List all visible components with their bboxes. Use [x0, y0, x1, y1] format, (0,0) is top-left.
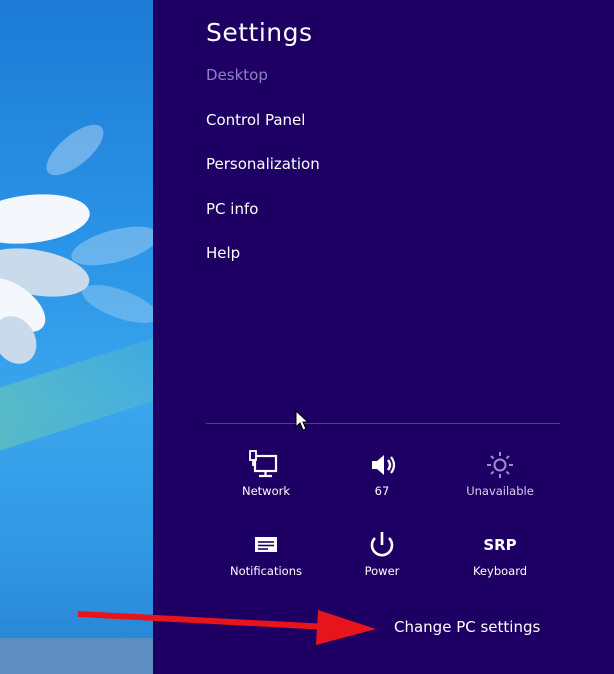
brightness-label: Unavailable [466, 484, 534, 498]
help-link[interactable]: Help [206, 244, 240, 262]
annotation-arrow-icon [78, 610, 376, 645]
settings-context-label: Desktop [206, 66, 268, 84]
power-button[interactable]: Power [332, 530, 432, 578]
wallpaper-petal [0, 188, 93, 250]
notifications-label: Notifications [230, 564, 302, 578]
volume-button[interactable]: 67 [332, 450, 432, 498]
network-button[interactable]: Network [216, 450, 316, 498]
desktop-wallpaper [0, 0, 153, 674]
brightness-icon [487, 452, 513, 478]
power-label: Power [364, 564, 400, 578]
personalization-link[interactable]: Personalization [206, 155, 320, 173]
wallpaper-petal [77, 277, 153, 331]
keyboard-button[interactable]: SRP Keyboard [450, 530, 550, 578]
volume-icon [372, 455, 396, 475]
brightness-button[interactable]: Unavailable [450, 450, 550, 498]
settings-charm: Settings Desktop Control Panel Personali… [153, 0, 614, 674]
keyboard-label: Keyboard [472, 564, 528, 578]
power-icon [370, 532, 394, 557]
pc-info-link[interactable]: PC info [206, 200, 258, 218]
notifications-icon [255, 537, 277, 552]
wallpaper-petal [38, 116, 112, 184]
keyboard-icon: SRP [483, 536, 517, 554]
settings-title: Settings [206, 18, 313, 47]
divider [206, 423, 560, 424]
change-pc-settings-link[interactable]: Change PC settings [394, 618, 540, 636]
mouse-cursor-icon [295, 410, 310, 431]
network-label: Network [241, 484, 291, 498]
notifications-button[interactable]: Notifications [216, 530, 316, 578]
volume-level-label: 67 [374, 484, 390, 498]
network-icon [249, 450, 278, 478]
control-panel-link[interactable]: Control Panel [206, 111, 305, 129]
